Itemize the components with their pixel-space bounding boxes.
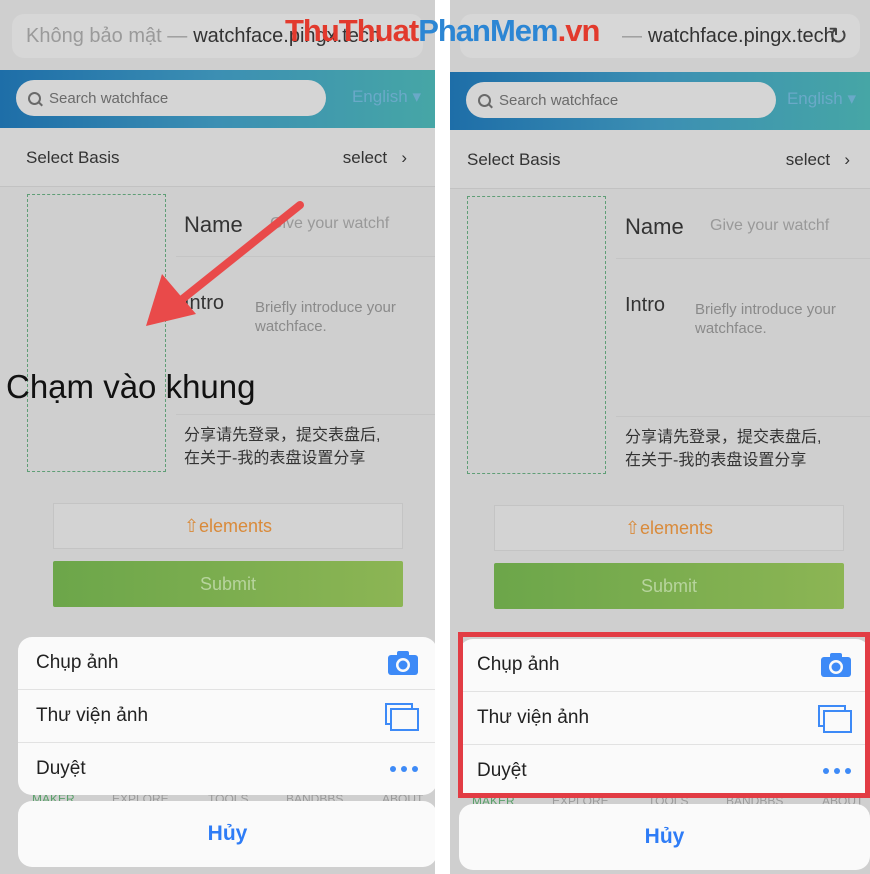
divider xyxy=(616,416,870,417)
divider xyxy=(616,258,870,259)
watchface-image-frame[interactable] xyxy=(467,196,606,474)
url-host: watchface.pingx.tech xyxy=(648,24,835,47)
app-header: Search watchface English ▾ xyxy=(450,72,870,130)
gallery-icon xyxy=(385,703,419,731)
language-selector[interactable]: English ▾ xyxy=(787,89,856,109)
photo-library-option[interactable]: Thư viện ảnh xyxy=(18,690,435,743)
search-input[interactable]: Search watchface xyxy=(466,82,776,118)
search-placeholder: Search watchface xyxy=(499,91,619,109)
watermark-logo: ThuThuatPhanMem.vn xyxy=(285,13,600,48)
intro-label: Intro xyxy=(625,294,666,316)
panel-divider xyxy=(435,0,450,874)
cancel-button[interactable]: Hủy xyxy=(459,804,870,870)
select-basis-action[interactable]: select › xyxy=(786,150,850,170)
highlight-box xyxy=(458,632,870,798)
cancel-button[interactable]: Hủy xyxy=(18,801,435,867)
take-photo-option[interactable]: Chụp ảnh xyxy=(18,637,435,690)
name-label: Name xyxy=(625,214,684,239)
intro-input[interactable]: Briefly introduce your watchface. xyxy=(695,300,865,338)
elements-upload-button[interactable]: ⇧elements xyxy=(494,505,844,551)
action-sheet: Chụp ảnh Thư viện ảnh Duyệt xyxy=(18,637,435,795)
name-input[interactable]: Give your watchf xyxy=(710,217,850,235)
left-screenshot-panel: Không bảo mật — watchface.pingx.tech Sea… xyxy=(0,0,435,874)
more-dots-icon xyxy=(390,766,418,772)
search-icon xyxy=(478,93,491,107)
reload-icon[interactable]: ↻ xyxy=(828,22,848,51)
submit-button[interactable]: Submit xyxy=(494,563,844,609)
camera-icon xyxy=(388,651,418,675)
select-basis-label: Select Basis xyxy=(467,150,561,169)
select-basis-row[interactable]: Select Basis select › xyxy=(450,130,870,189)
security-label: — xyxy=(622,24,642,47)
right-screenshot-panel: — watchface.pingx.tech ↻ Search watchfac… xyxy=(450,0,870,874)
browse-option[interactable]: Duyệt xyxy=(18,743,435,795)
share-note: 分享请先登录，提交表盘后, 在关于-我的表盘设置分享 xyxy=(625,429,822,469)
